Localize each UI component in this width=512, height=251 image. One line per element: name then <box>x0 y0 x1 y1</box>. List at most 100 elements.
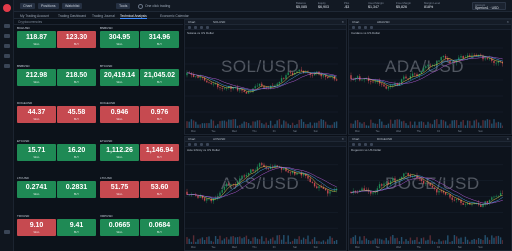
volume-bar <box>361 240 363 244</box>
volume-bar <box>307 235 309 244</box>
chart-button[interactable]: Chart <box>20 3 35 9</box>
drawing-icon[interactable] <box>370 26 373 29</box>
price-chart-svg[interactable] <box>349 149 503 244</box>
candle-body <box>370 191 372 194</box>
buy-button[interactable]: 9.41 BUY <box>57 218 96 236</box>
volume-bar <box>318 241 320 244</box>
buy-button[interactable]: 45.58 BUY <box>57 106 96 123</box>
indicator-icon[interactable] <box>200 26 203 29</box>
price-chart-svg[interactable] <box>185 32 338 128</box>
buy-button[interactable]: 53.60 BUY <box>140 181 179 198</box>
price-chart-svg[interactable] <box>185 149 338 244</box>
candle-body <box>241 175 243 179</box>
chart-type-icon[interactable] <box>194 26 197 29</box>
candle-body <box>422 180 425 184</box>
nav-icon-2[interactable] <box>4 34 10 38</box>
nav-icon-4[interactable] <box>4 54 10 58</box>
candle-body <box>429 64 431 66</box>
tools-button[interactable]: Tools <box>116 3 131 9</box>
candle-body <box>254 86 256 89</box>
nav-icon-3[interactable] <box>4 44 10 48</box>
volume-bar <box>493 119 495 128</box>
sell-button[interactable]: 304.95 SELL <box>100 31 139 48</box>
positions-button[interactable]: Positions <box>38 3 59 9</box>
buy-button[interactable]: 218.50 BUY <box>57 68 96 86</box>
indicator-icon[interactable] <box>200 143 203 146</box>
volume-bar <box>400 237 403 244</box>
sell-button[interactable]: 212.98 SELL <box>17 68 56 86</box>
sell-button[interactable]: 20,419.14 SELL <box>100 68 139 86</box>
timeframe-icon[interactable] <box>188 26 191 29</box>
chart-type-icon[interactable] <box>358 26 361 29</box>
volume-bar <box>394 119 396 128</box>
buy-button[interactable]: 123.30 BUY <box>57 31 96 48</box>
volume-bar <box>387 240 390 244</box>
buy-label: BUY <box>156 230 163 234</box>
sell-button[interactable]: 51.75 SELL <box>100 181 139 198</box>
drawing-icon[interactable] <box>206 26 209 29</box>
volume-bar <box>261 123 263 128</box>
indicator-icon[interactable] <box>364 26 367 29</box>
buy-button[interactable]: 0.0684 BUY <box>140 218 179 236</box>
timeframe-icon[interactable] <box>352 26 355 29</box>
volume-bar <box>374 238 376 244</box>
volume-bar <box>477 238 480 244</box>
chart-panel[interactable]: Chart ADAUSD ✕ Cardano vs US Dollar ADA/USD M… <box>348 19 512 135</box>
timeframe-icon[interactable] <box>188 143 191 146</box>
buy-button[interactable]: 0.976 BUY <box>140 106 179 123</box>
candle-body <box>493 196 495 198</box>
chart-type-icon[interactable] <box>194 143 197 146</box>
buy-button[interactable]: 21,045.02 BUY <box>140 68 179 86</box>
sell-button[interactable]: 118.87 SELL <box>17 31 56 48</box>
chart-panel[interactable]: Chart AXSUSD ✕ Axie Infinity vs US Dollar AX… <box>184 136 347 251</box>
sell-button[interactable]: 9.10 SELL <box>17 218 56 236</box>
volume-bar <box>206 237 208 244</box>
settings-icon[interactable] <box>4 230 10 234</box>
volume-bar <box>223 238 226 244</box>
drawing-icon[interactable] <box>370 143 373 146</box>
indicator-icon[interactable] <box>364 143 367 146</box>
volume-bar <box>486 237 489 244</box>
timeframe-icon[interactable] <box>352 143 355 146</box>
sell-label: SELL <box>116 155 123 159</box>
price-chart-svg[interactable] <box>349 32 503 128</box>
top-bar: Chart Positions Watchlist Tools One clic… <box>14 0 512 12</box>
watchlist-button[interactable]: Watchlist <box>62 3 83 9</box>
sell-button[interactable]: 44.37 SELL <box>17 106 56 123</box>
drawing-icon[interactable] <box>206 143 209 146</box>
volume-bar <box>203 123 206 128</box>
sell-button[interactable]: 0.2741 SELL <box>17 181 56 198</box>
buy-button[interactable]: 314.96 BUY <box>140 31 179 48</box>
nav-icon-1[interactable] <box>4 24 10 28</box>
chart-type-icon[interactable] <box>358 143 361 146</box>
buy-button[interactable]: 0.2831 BUY <box>57 181 96 198</box>
candle-body <box>444 192 447 195</box>
sell-button[interactable]: 15.71 SELL <box>17 143 56 161</box>
buy-button[interactable]: 16.20 BUY <box>57 143 96 161</box>
x-axis-tick: Tue <box>375 246 380 249</box>
candle-body <box>464 204 467 205</box>
volume-bar <box>359 122 361 128</box>
volume-bar <box>223 120 226 128</box>
volume-bar <box>294 238 296 244</box>
volume-bar <box>245 121 248 128</box>
nav-icon-5[interactable] <box>4 64 10 68</box>
candle-body <box>462 56 464 59</box>
chart-panel[interactable]: Chart SOLUSD ✕ Solana vs US Dollar SOL/USD Mo… <box>184 19 347 135</box>
candle-body <box>495 62 497 64</box>
volume-bar <box>234 237 237 244</box>
sell-button[interactable]: 1,112.26 SELL <box>100 143 139 161</box>
buy-button[interactable]: 1,146.94 BUY <box>140 143 179 161</box>
volume-bar <box>420 121 423 128</box>
volume-bar <box>199 124 201 128</box>
chart-panel[interactable]: Chart DOGEUSD ✕ Dogecoin vs US Dollar DOGE/U… <box>348 136 512 251</box>
candle-body <box>383 183 385 186</box>
volume-bar <box>291 122 294 128</box>
account-selector[interactable]: Account Sperion1 · USD <box>472 2 506 10</box>
sell-button[interactable]: 0.0665 SELL <box>100 218 139 236</box>
sell-button[interactable]: 0.946 SELL <box>100 106 139 123</box>
one-click-trading-toggle[interactable]: One click trading <box>138 3 170 9</box>
volume-bar <box>320 119 322 128</box>
x-axis-tick: Mon <box>191 130 196 133</box>
volume-bar <box>272 237 274 244</box>
